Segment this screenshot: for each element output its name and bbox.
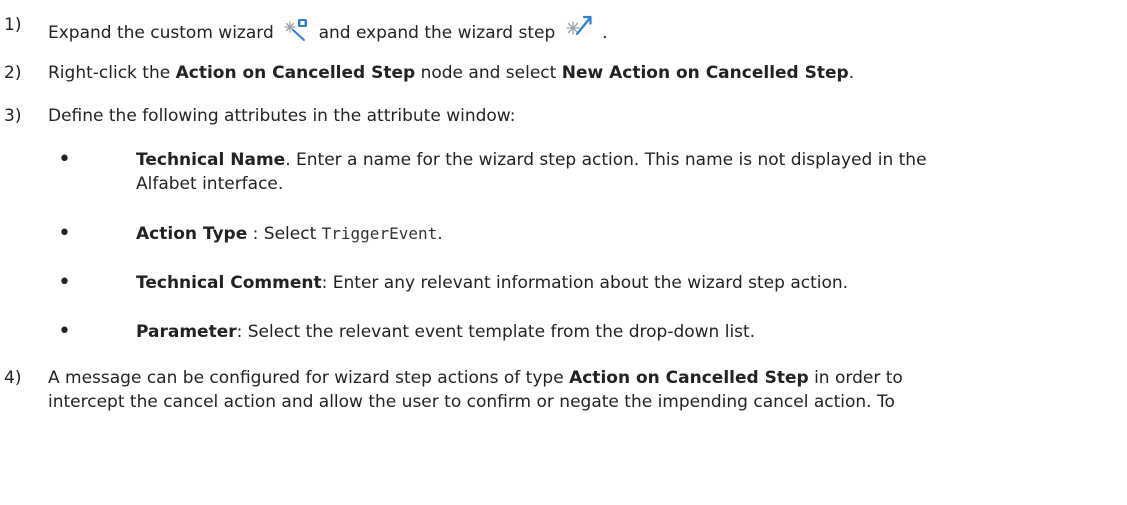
- step-text: Expand the custom wizard and expand the …: [48, 14, 608, 48]
- step-number: 1): [4, 15, 22, 35]
- bullet-code-value: TriggerEvent: [321, 224, 438, 243]
- step-2-text-b: node and select: [415, 63, 562, 83]
- bullet-symbol: •: [58, 147, 71, 172]
- custom-wizard-icon: [283, 18, 309, 48]
- bullet-text: Technical Name. Enter a name for the wiz…: [136, 149, 927, 171]
- bullet-symbol: •: [58, 270, 71, 295]
- bullet-term: Technical Comment: [136, 273, 322, 293]
- step-1-text-a: Expand the custom wizard: [48, 23, 274, 43]
- step-4-bold-a: Action on Cancelled Step: [569, 368, 809, 388]
- step-4-text-a: A message can be configured for wizard s…: [48, 368, 570, 388]
- document-page: 1) Expand the custom wizard and expand t…: [0, 0, 1127, 505]
- step-number: 3): [4, 106, 22, 126]
- step-2-bold-a: Action on Cancelled Step: [175, 63, 416, 83]
- bullet-desc: . Enter a name for the wizard step actio…: [285, 150, 927, 170]
- step-number: 2): [4, 63, 22, 83]
- step-number: 4): [4, 368, 22, 388]
- bullet-text: Parameter: Select the relevant event tem…: [136, 321, 755, 343]
- step-2-text-a: Right-click the: [48, 63, 176, 83]
- bullet-term: Parameter: [136, 322, 237, 342]
- step-text: A message can be configured for wizard s…: [48, 367, 903, 389]
- step-2-text-c: .: [848, 63, 855, 83]
- bullet-text: Action Type : Select TriggerEvent.: [136, 223, 443, 245]
- step-2-bold-b: New Action on Cancelled Step: [561, 63, 849, 83]
- step-text: Define the following attributes in the a…: [48, 106, 516, 126]
- step-1-text-c: .: [602, 23, 608, 43]
- step-text: Right-click the Action on Cancelled Step…: [48, 62, 854, 84]
- bullet-desc-line2: Alfabet interface.: [136, 174, 284, 194]
- bullet-symbol: •: [58, 319, 71, 344]
- bullet-term: Action Type: [136, 224, 248, 244]
- bullet-text: Technical Comment: Enter any relevant in…: [136, 272, 848, 294]
- bullet-term: Technical Name: [136, 150, 286, 170]
- bullet-desc-a: : Select: [247, 224, 322, 244]
- step-4-line2: intercept the cancel action and allow th…: [48, 392, 895, 412]
- bullet-desc: : Select the relevant event template fro…: [236, 322, 756, 342]
- step-1-text-b: and expand the wizard step: [318, 23, 556, 43]
- bullet-desc: : Enter any relevant information about t…: [321, 273, 849, 293]
- bullet-desc-b: .: [437, 224, 443, 244]
- step-4-text-b: in order to: [808, 368, 903, 388]
- wizard-step-icon: [565, 14, 593, 48]
- bullet-symbol: •: [58, 221, 71, 246]
